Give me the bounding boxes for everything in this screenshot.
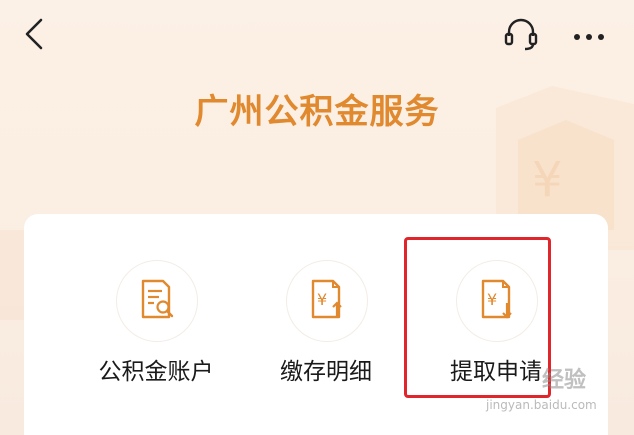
account-icon-wrap xyxy=(116,260,198,342)
page-title: 广州公积金服务 xyxy=(194,92,440,132)
service-label: 公积金账户 xyxy=(98,359,214,385)
watermark: 经验 jingyan.baidu.com xyxy=(484,362,624,422)
deposit-icon-wrap: ¥ xyxy=(286,260,368,342)
yuan-doc-up-icon: ¥ xyxy=(307,277,347,325)
account-doc-search-icon xyxy=(137,277,177,325)
svg-text:¥: ¥ xyxy=(532,152,563,208)
more-dots-icon xyxy=(572,27,606,46)
withdrawal-icon-wrap: ¥ xyxy=(456,260,538,342)
service-deposit-details[interactable]: ¥ 缴存明细 xyxy=(251,214,401,435)
headset-icon xyxy=(501,14,541,58)
top-bar xyxy=(0,0,634,72)
svg-text:¥: ¥ xyxy=(487,290,497,309)
svg-text:¥: ¥ xyxy=(317,290,327,309)
service-label: 缴存明细 xyxy=(280,359,372,385)
watermark-url: jingyan.baidu.com xyxy=(486,398,597,412)
more-button[interactable] xyxy=(566,14,612,58)
service-account[interactable]: 公积金账户 xyxy=(81,214,231,435)
yuan-doc-down-icon: ¥ xyxy=(477,277,517,325)
chevron-left-icon xyxy=(22,17,46,55)
watermark-text: 经验 xyxy=(542,368,587,393)
customer-service-button[interactable] xyxy=(498,14,544,58)
back-button[interactable] xyxy=(14,16,54,56)
